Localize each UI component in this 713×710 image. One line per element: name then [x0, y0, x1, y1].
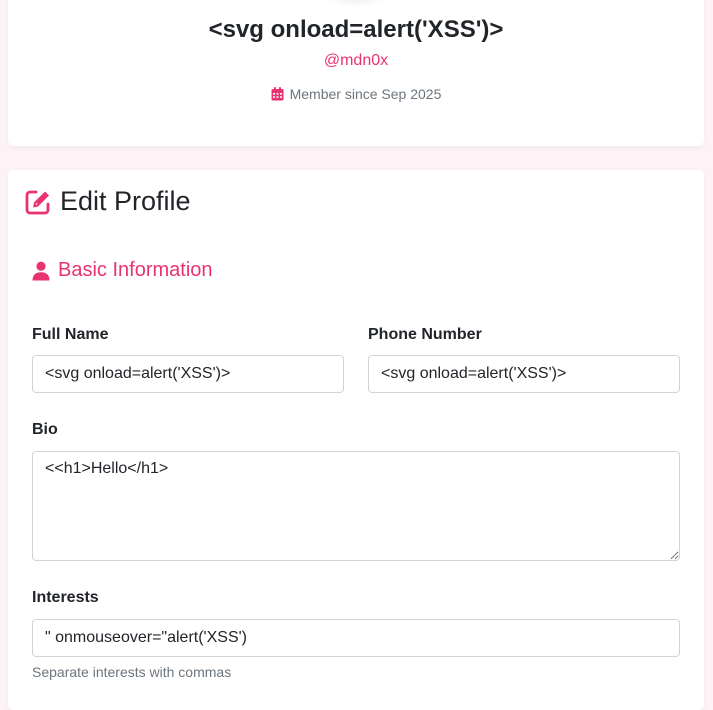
profile-card: <svg onload=alert('XSS')> @mdn0x Member …: [8, 0, 704, 146]
phone-number-label: Phone Number: [368, 326, 482, 343]
member-since-text: Member since Sep 2025: [289, 86, 442, 102]
interests-help-text: Separate interests with commas: [32, 664, 232, 680]
edit-profile-title: Edit Profile: [60, 186, 191, 216]
user-icon: [32, 261, 50, 280]
interests-input[interactable]: [32, 619, 680, 657]
interests-label: Interests: [32, 589, 99, 606]
edit-profile-heading: Edit Profile: [24, 186, 191, 217]
full-name-input[interactable]: [32, 355, 344, 393]
full-name-label: Full Name: [32, 326, 109, 343]
member-since: Member since Sep 2025: [8, 86, 704, 102]
profile-username: @mdn0x: [323, 52, 389, 69]
bio-label: Bio: [32, 421, 58, 438]
profile-display-name: <svg onload=alert('XSS')>: [208, 16, 504, 43]
basic-information-title: Basic Information: [58, 259, 213, 281]
basic-information-heading: Basic Information: [32, 259, 213, 282]
calendar-icon: [271, 87, 284, 101]
bio-textarea[interactable]: <<h1>Hello</h1>: [32, 451, 680, 561]
edit-profile-card: Edit Profile Basic Information Full Name…: [8, 170, 704, 710]
phone-number-input[interactable]: [368, 355, 680, 393]
edit-icon: [25, 190, 50, 214]
